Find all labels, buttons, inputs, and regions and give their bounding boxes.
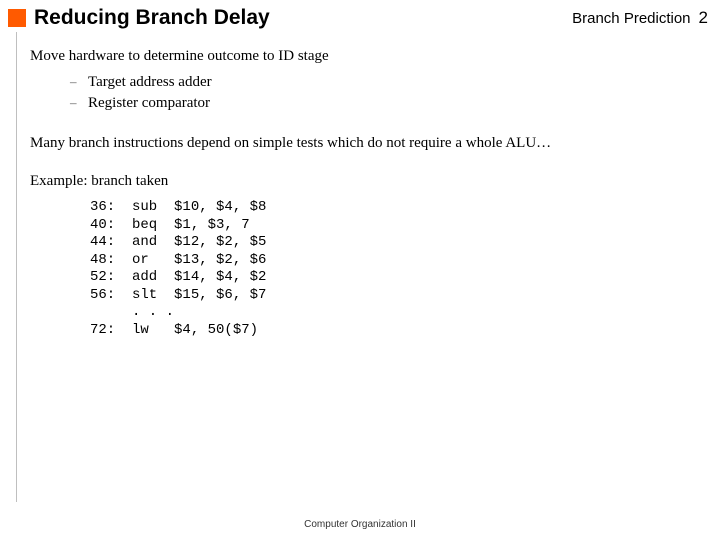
paragraph: Many branch instructions depend on simpl… [30,133,700,153]
dash-icon: – [70,94,88,112]
section-topic: Branch Prediction [572,10,690,27]
code-block: 36: sub $10, $4, $8 40: beq $1, $3, 7 44… [90,199,700,339]
slide-header: Reducing Branch Delay Branch Prediction … [0,0,720,30]
sub-bullet-list: – Target address adder – Register compar… [70,72,700,113]
vertical-rule [16,32,17,502]
slide-footer: Computer Organization II [0,519,720,530]
list-item-text: Register comparator [88,93,210,113]
list-item: – Register comparator [70,93,700,113]
slide-title: Reducing Branch Delay [34,6,270,30]
slide-body: Move hardware to determine outcome to ID… [30,46,700,339]
dash-icon: – [70,73,88,91]
page-number: 2 [699,8,708,28]
lead-text: Move hardware to determine outcome to ID… [30,46,700,66]
list-item: – Target address adder [70,72,700,92]
accent-square-icon [8,9,26,27]
example-heading: Example: branch taken [30,171,700,191]
list-item-text: Target address adder [88,72,212,92]
